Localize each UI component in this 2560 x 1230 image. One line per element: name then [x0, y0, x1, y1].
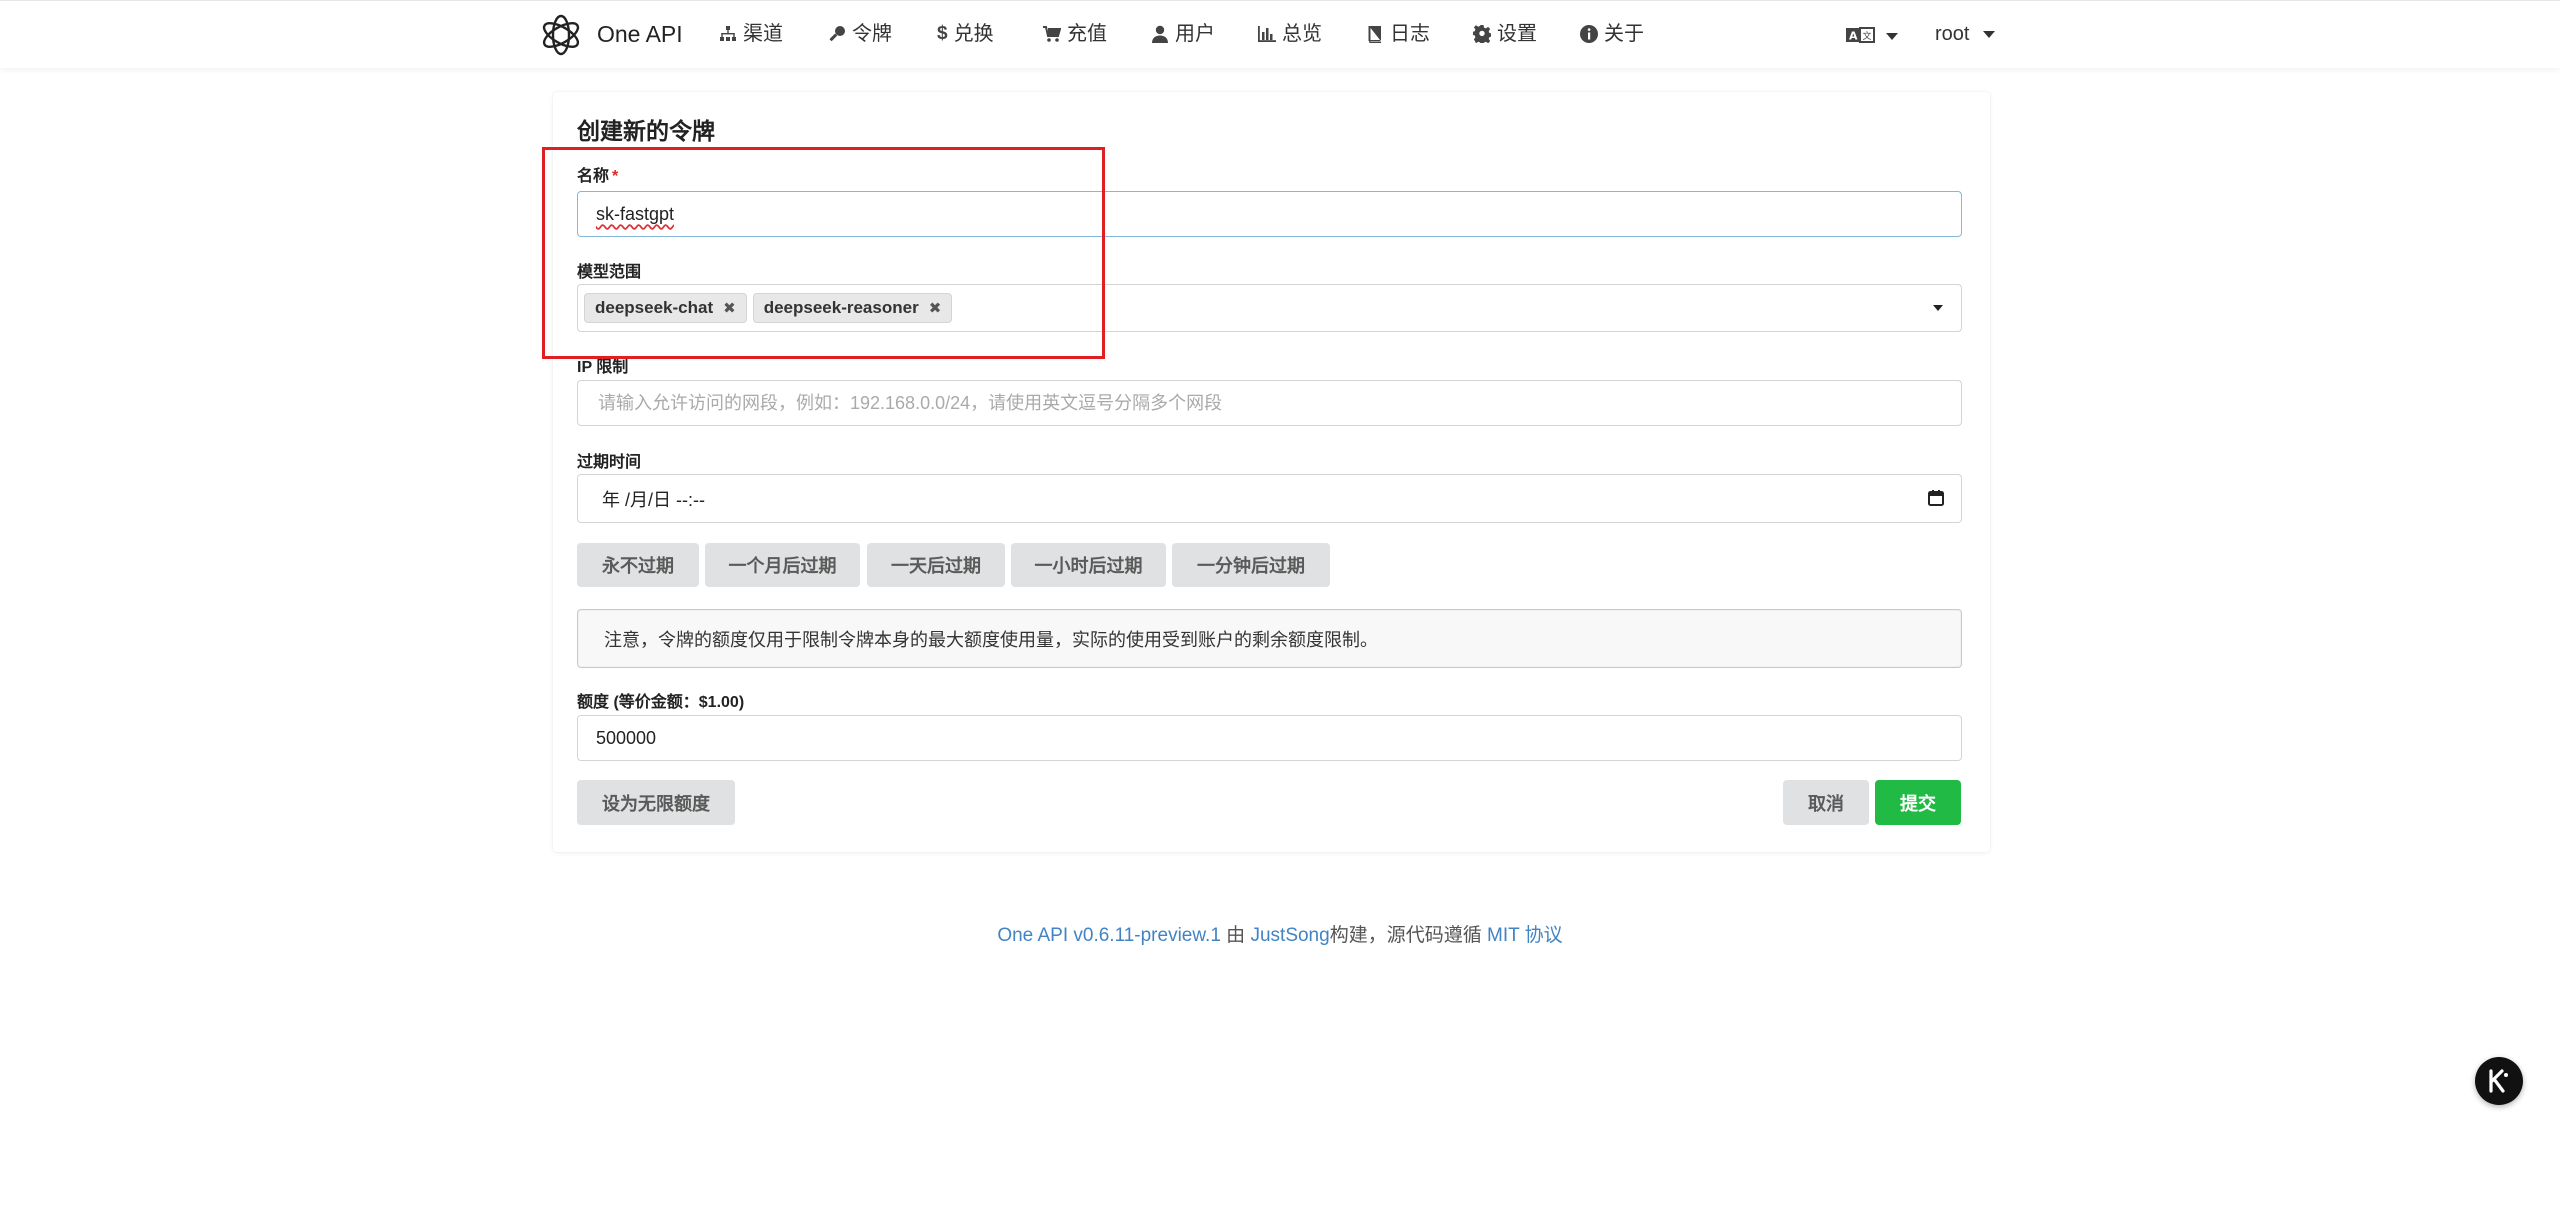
chevron-down-icon — [1886, 32, 1898, 40]
page-title: 创建新的令牌 — [577, 118, 715, 144]
nav-item-channels[interactable]: 渠道 — [719, 19, 783, 49]
quota-input[interactable]: 500000 — [577, 715, 1962, 761]
expire-one-minute-button[interactable]: 一分钟后过期 — [1172, 543, 1330, 587]
dropdown-caret-icon[interactable] — [1933, 305, 1943, 311]
user-icon — [1152, 25, 1168, 43]
user-menu[interactable]: root — [1935, 19, 1996, 49]
sitemap-icon — [720, 26, 736, 41]
language-switcher[interactable]: A 文 — [1846, 21, 1898, 51]
translate-icon: A 文 — [1846, 27, 1875, 43]
calendar-icon[interactable] — [1927, 489, 1945, 507]
book-icon — [1368, 26, 1381, 43]
set-unlimited-quota-button[interactable]: 设为无限额度 — [577, 780, 735, 825]
brand-name[interactable]: One API — [597, 19, 683, 49]
openai-logo-icon[interactable] — [538, 12, 584, 58]
expire-value: 年 /月/日 --:-- — [602, 489, 705, 510]
top-nav: One API 渠道 令牌 $ 兑换 充值 用户 总览 日志 设置 关于 A 文… — [0, 0, 2560, 68]
nav-label: 令牌 — [852, 23, 892, 45]
bar-chart-icon — [1258, 26, 1276, 42]
dollar-icon: $ — [937, 23, 948, 44]
license-link[interactable]: MIT 协议 — [1487, 925, 1563, 946]
gear-icon — [1473, 25, 1491, 43]
expire-one-month-button[interactable]: 一个月后过期 — [705, 543, 860, 587]
nav-label: 兑换 — [953, 23, 994, 45]
nav-item-dashboard[interactable]: 总览 — [1258, 19, 1322, 49]
expire-one-day-button[interactable]: 一天后过期 — [867, 543, 1005, 587]
ip-field[interactable] — [577, 380, 1962, 426]
never-expire-button[interactable]: 永不过期 — [577, 543, 699, 587]
version-link[interactable]: One API v0.6.11-preview.1 — [997, 925, 1221, 946]
floating-assistant-button[interactable] — [2475, 1057, 2523, 1105]
nav-label: 设置 — [1497, 23, 1537, 45]
quota-notice: 注意，令牌的额度仅用于限制令牌本身的最大额度使用量，实际的使用受到账户的剩余额度… — [577, 609, 1962, 668]
highlight-annotation-box — [542, 147, 1105, 359]
nav-item-tokens[interactable]: 令牌 — [828, 19, 892, 49]
quota-label: 额度 (等价金额：$1.00) — [577, 694, 745, 711]
username: root — [1935, 23, 1970, 45]
author-link[interactable]: JustSong — [1250, 925, 1329, 946]
nav-label: 总览 — [1282, 23, 1322, 45]
svg-text:文: 文 — [1863, 30, 1872, 42]
cancel-button[interactable]: 取消 — [1783, 780, 1869, 825]
nav-item-users[interactable]: 用户 — [1151, 19, 1215, 49]
ip-input[interactable] — [596, 391, 1943, 415]
chevron-down-icon — [1983, 30, 1996, 38]
nav-label: 日志 — [1390, 23, 1430, 45]
k-logo-icon — [2489, 1069, 2508, 1093]
quota-input-value: 500000 — [596, 727, 657, 748]
nav-label: 充值 — [1067, 23, 1107, 45]
info-icon — [1580, 25, 1598, 43]
nav-label: 用户 — [1175, 23, 1215, 45]
nav-item-logs[interactable]: 日志 — [1366, 19, 1430, 49]
expire-one-hour-button[interactable]: 一小时后过期 — [1011, 543, 1166, 587]
key-icon — [829, 26, 845, 42]
footer-built: 构建，源代码遵循 — [1329, 925, 1482, 946]
expire-datetime-input[interactable]: 年 /月/日 --:-- — [577, 474, 1962, 523]
nav-item-about[interactable]: 关于 — [1580, 19, 1644, 49]
footer: One API v0.6.11-preview.1 由 JustSong构建，源… — [0, 920, 2560, 947]
nav-item-topup[interactable]: 充值 — [1043, 19, 1107, 49]
cart-icon — [1043, 26, 1061, 42]
submit-button[interactable]: 提交 — [1875, 780, 1961, 825]
nav-item-redeem[interactable]: $ 兑换 — [937, 19, 994, 49]
nav-item-settings[interactable]: 设置 — [1473, 19, 1537, 49]
svg-text:A: A — [1849, 30, 1858, 43]
footer-by: 由 — [1226, 925, 1246, 946]
nav-label: 渠道 — [743, 23, 783, 45]
nav-label: 关于 — [1604, 23, 1644, 45]
expire-label: 过期时间 — [577, 454, 642, 471]
